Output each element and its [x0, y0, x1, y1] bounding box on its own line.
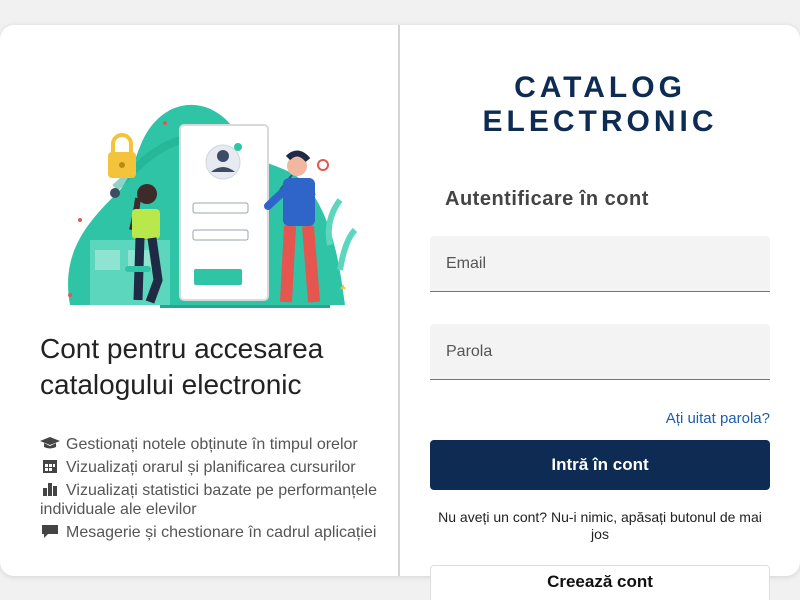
brand-line-1: CATALOG	[514, 71, 686, 104]
no-account-text: Nu aveți un cont? Nu-i nimic, apăsați bu…	[438, 509, 762, 542]
feature-text: Vizualizați orarul și planificarea cursu…	[66, 459, 356, 476]
feature-text: Gestionați notele obținute în timpul ore…	[66, 436, 358, 453]
bar-chart-icon	[43, 483, 57, 496]
features-list: Gestionați notele obținute în timpul ore…	[40, 435, 390, 546]
person-shirt	[283, 178, 315, 226]
feature-item: Vizualizați statistici bazate pe perform…	[40, 481, 390, 519]
feature-item: Gestionați notele obținute în timpul ore…	[40, 435, 390, 454]
info-panel: Cont pentru accesarea catalogului electr…	[0, 25, 398, 576]
forgot-password-link[interactable]: Ați uitat parola?	[666, 410, 770, 427]
email-field[interactable]	[430, 236, 770, 292]
graduation-cap-icon	[40, 437, 60, 449]
brand-line-2: ELECTRONIC	[482, 105, 718, 138]
login-button[interactable]: Intră în cont	[430, 440, 770, 490]
feature-text: Mesagerie și chestionare în cadrul aplic…	[66, 524, 377, 541]
create-account-button[interactable]: Creează cont	[430, 565, 770, 600]
feature-item: Vizualizați orarul și planificarea cursu…	[40, 458, 390, 477]
login-illustration	[68, 104, 358, 308]
page-headline: Cont pentru accesarea catalogului electr…	[40, 333, 324, 400]
login-card: Cont pentru accesarea catalogului electr…	[0, 25, 800, 576]
feature-item: Mesagerie și chestionare în cadrul aplic…	[40, 523, 390, 542]
brand-logo: CATALOG ELECTRONIC	[400, 71, 800, 139]
comment-icon	[42, 525, 58, 538]
password-field[interactable]	[430, 324, 770, 380]
feature-text: Vizualizați statistici bazate pe perform…	[40, 482, 377, 518]
calendar-icon	[43, 460, 57, 473]
login-panel: CATALOG ELECTRONIC Autentificare în cont…	[400, 25, 800, 576]
auth-title: Autentificare în cont	[445, 188, 649, 210]
